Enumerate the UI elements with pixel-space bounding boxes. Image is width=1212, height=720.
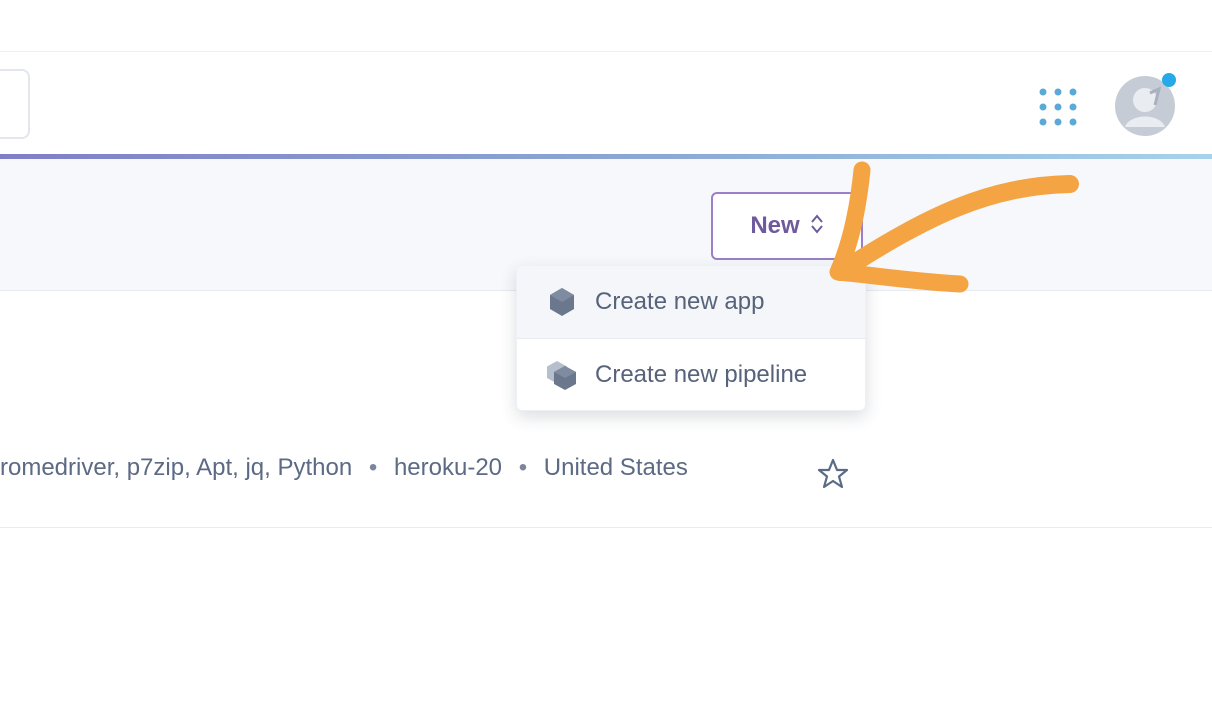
- browser-top-strip: [0, 0, 1212, 52]
- search-input[interactable]: [0, 69, 30, 139]
- app-region: United States: [543, 454, 688, 481]
- new-button[interactable]: New: [711, 192, 863, 260]
- apps-grid-icon[interactable]: [1036, 85, 1080, 129]
- app-row[interactable]: romedriver, p7zip, Apt, jq, Python • her…: [0, 430, 1212, 528]
- avatar[interactable]: [1112, 71, 1178, 137]
- app-buildpacks: romedriver, p7zip, Apt, jq, Python: [0, 454, 353, 481]
- hexagon-icon: [545, 285, 579, 319]
- menu-item-label: Create new pipeline: [595, 361, 808, 388]
- new-dropdown-menu: Create new app Create new pipeline: [516, 265, 866, 411]
- notification-dot: [1162, 73, 1176, 87]
- meta-separator: •: [518, 454, 528, 481]
- app-meta: romedriver, p7zip, Apt, jq, Python • her…: [0, 454, 688, 482]
- menu-item-create-pipeline[interactable]: Create new pipeline: [517, 339, 865, 410]
- chevron-updown-icon: [810, 213, 824, 240]
- menu-item-create-app[interactable]: Create new app: [517, 266, 865, 338]
- stacked-hexagon-icon: [545, 358, 579, 392]
- new-button-label: New: [750, 212, 800, 239]
- menu-item-label: Create new app: [595, 288, 765, 315]
- app-stack: heroku-20: [393, 454, 503, 481]
- app-header: [0, 52, 1212, 156]
- meta-separator: •: [368, 454, 378, 481]
- star-icon[interactable]: [816, 457, 850, 491]
